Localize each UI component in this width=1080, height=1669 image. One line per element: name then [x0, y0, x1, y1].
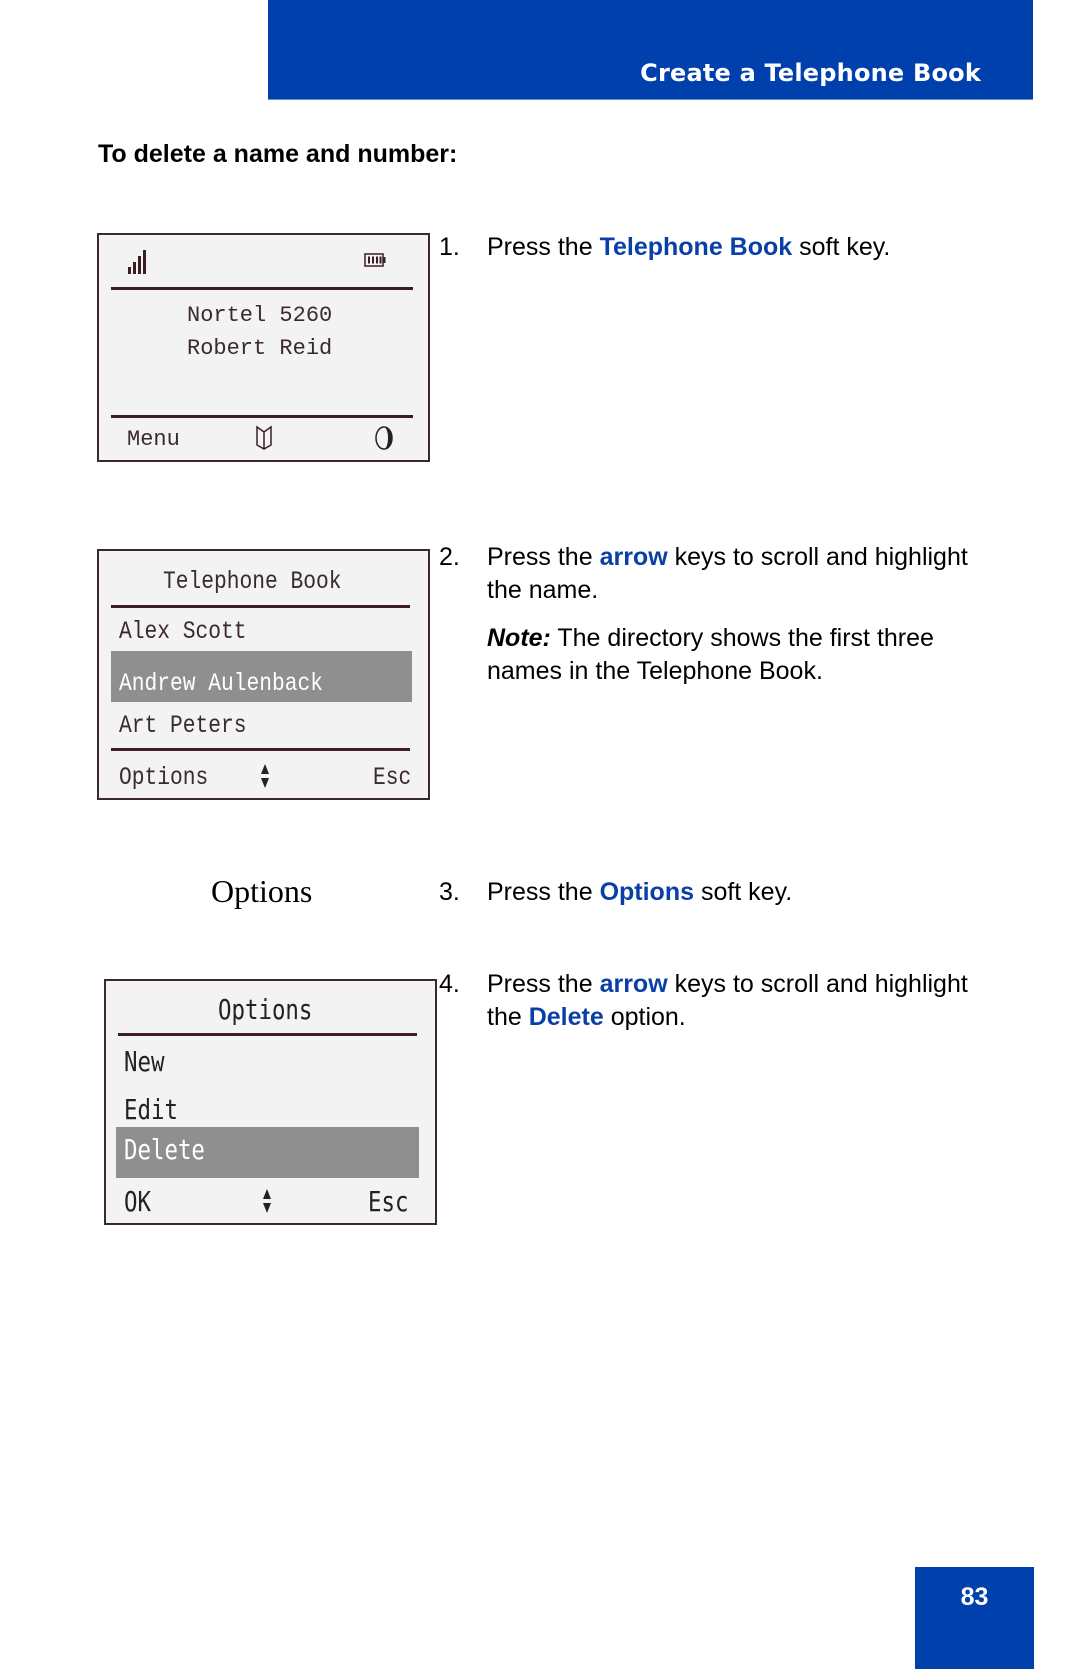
step-number: 3. [439, 878, 460, 906]
contrast-icon[interactable] [373, 425, 395, 456]
page-number-box: 83 [915, 1567, 1034, 1669]
step-text-part: soft key. [694, 878, 793, 906]
note: Note: The directory shows the first thre… [487, 622, 1007, 688]
softkey-ok[interactable]: OK [124, 1185, 151, 1218]
screen-title: Options [218, 993, 313, 1026]
step-text-part: Press the [487, 970, 600, 998]
step-text-part: soft key. [792, 233, 891, 261]
scroll-arrows-icon [260, 763, 270, 794]
list-item[interactable]: Andrew Aulenback [119, 669, 323, 698]
note-label: Note: [487, 624, 551, 652]
softkey-options[interactable]: Options [119, 763, 208, 792]
divider [111, 605, 410, 608]
key-delete: Delete [528, 1003, 604, 1031]
list-item[interactable]: Art Peters [119, 711, 247, 740]
page-number: 83 [960, 1583, 989, 1611]
phone-screen-options: Options New Edit Delete OK Esc [104, 979, 437, 1225]
telephone-book-icon[interactable] [255, 425, 273, 456]
list-item[interactable]: Alex Scott [119, 617, 247, 646]
battery-icon [364, 253, 386, 272]
note-text: The directory shows the first three name… [487, 624, 934, 685]
user-name-label: Robert Reid [187, 336, 333, 361]
step-text-part: Press the [487, 543, 600, 571]
step-text: Press the arrow keys to scroll and highl… [487, 968, 1007, 1034]
divider [111, 415, 413, 418]
softkey-esc[interactable]: Esc [368, 1185, 408, 1218]
divider [111, 748, 410, 751]
step-number: 4. [439, 970, 460, 998]
step-text: Press the arrow keys to scroll and highl… [487, 541, 1007, 688]
options-softkey-caption: Options [211, 873, 313, 909]
step-text: Press the Options soft key. [487, 876, 1007, 909]
step-text-part: Press the [487, 233, 600, 261]
divider [118, 1033, 417, 1036]
step-number: 1. [439, 233, 460, 261]
softkey-menu[interactable]: Menu [127, 427, 180, 452]
phone-screen-telephone-book: Telephone Book Alex Scott Andrew Aulenba… [97, 549, 430, 800]
phone-model-label: Nortel 5260 [187, 303, 333, 328]
key-options: Options [599, 878, 694, 906]
step-text-part: option. [603, 1003, 686, 1031]
step-text-part: Press the [487, 878, 600, 906]
divider [111, 287, 413, 290]
phone-screen-idle: Nortel 5260 Robert Reid Menu [97, 233, 430, 462]
menu-item-new[interactable]: New [124, 1045, 164, 1078]
screen-title: Telephone Book [163, 567, 342, 596]
key-telephone-book: Telephone Book [599, 233, 793, 261]
step-number: 2. [439, 543, 460, 571]
menu-item-edit[interactable]: Edit [124, 1093, 178, 1126]
chapter-title: Create a Telephone Book [640, 59, 981, 87]
section-heading: To delete a name and number: [98, 140, 458, 168]
menu-item-delete[interactable]: Delete [124, 1133, 205, 1166]
signal-strength-icon [127, 249, 147, 280]
chapter-header-bar: Create a Telephone Book [268, 0, 1033, 100]
step-text: Press the Telephone Book soft key. [487, 231, 1007, 264]
softkey-esc[interactable]: Esc [373, 763, 411, 792]
key-arrow: arrow [599, 970, 668, 998]
scroll-arrows-icon [262, 1188, 272, 1219]
key-arrow: arrow [599, 543, 668, 571]
